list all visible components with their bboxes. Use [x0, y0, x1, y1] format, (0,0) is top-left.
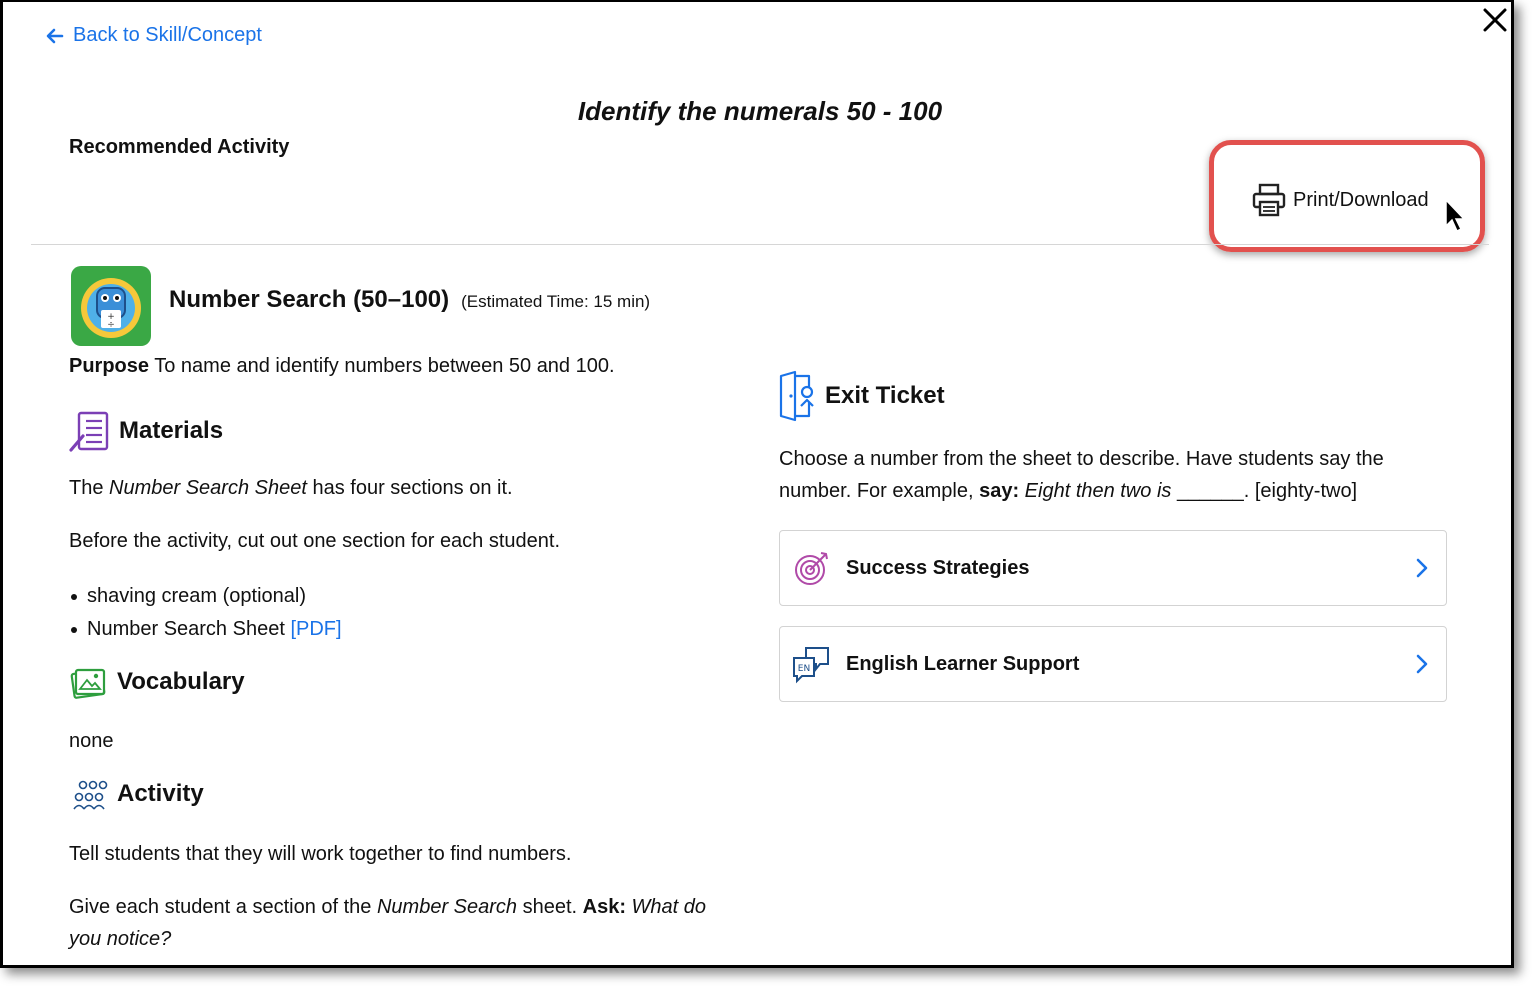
print-download-button[interactable]: Print/Download	[1251, 182, 1429, 218]
estimated-time: (Estimated Time: 15 min)	[461, 292, 651, 311]
print-download-label: Print/Download	[1293, 188, 1429, 211]
materials-p1-post: has four sections on it.	[306, 477, 513, 499]
exit-ticket-line-1: Choose a number from the sheet to descri…	[779, 448, 1384, 470]
list-item-text: Number Search Sheet	[87, 618, 291, 640]
activity-window: Back to Skill/Concept Identify the numer…	[0, 0, 1514, 968]
vocabulary-text: none	[69, 730, 114, 752]
vocabulary-cards-icon	[70, 668, 106, 699]
page-title: Identify the numerals 50 - 100	[577, 96, 943, 126]
svg-text:EN: EN	[798, 664, 810, 674]
mouse-cursor-icon	[1445, 198, 1466, 233]
list-item: Number Search Sheet [PDF]	[69, 613, 342, 646]
svg-text:÷: ÷	[107, 320, 115, 330]
exit-ticket-title: Exit Ticket	[825, 382, 945, 409]
checklist-icon	[69, 411, 109, 452]
purpose-text: Purpose To name and identify numbers bet…	[69, 350, 615, 382]
back-link[interactable]: Back to Skill/Concept	[45, 24, 262, 47]
activity-p2-emphasis: Number Search	[376, 896, 518, 918]
arrow-left-icon	[46, 28, 64, 43]
group-people-icon	[73, 780, 108, 810]
activity-paragraph-2: Give each student a section of the Numbe…	[69, 891, 749, 955]
activity-section-title: Activity	[117, 780, 204, 807]
purpose-body: To name and identify numbers between 50 …	[149, 355, 615, 377]
exit-ticket-line-2-pre: number. For example,	[779, 480, 980, 502]
materials-p1-emphasis: Number Search Sheet	[109, 477, 307, 499]
materials-paragraph-2: Before the activity, cut out one section…	[69, 530, 561, 552]
success-strategies-label: Success Strategies	[846, 556, 1030, 579]
exit-ticket-prompt: Eight then two is	[1019, 480, 1177, 502]
activity-question-part-1: What do	[626, 896, 707, 918]
activity-title: Number Search (50–100) (Estimated Time: …	[169, 286, 650, 314]
speech-bubbles-en-icon: EN	[793, 647, 829, 684]
materials-title: Materials	[119, 417, 224, 444]
say-label: say:	[979, 480, 1020, 502]
activity-name: Number Search (50–100)	[169, 286, 450, 313]
vocabulary-heading: Vocabulary	[69, 664, 245, 700]
header-divider	[31, 244, 1489, 245]
list-item: shaving cream (optional)	[69, 580, 342, 613]
close-icon[interactable]	[1481, 6, 1509, 34]
printer-icon	[1252, 183, 1286, 217]
materials-heading: Materials	[69, 410, 223, 452]
back-link-label: Back to Skill/Concept	[73, 24, 262, 46]
purpose-label: Purpose	[69, 355, 150, 377]
activity-paragraph-1: Tell students that they will work togeth…	[69, 843, 572, 865]
target-icon	[795, 552, 828, 585]
materials-paragraph-1: The Number Search Sheet has four section…	[69, 472, 513, 504]
pdf-link[interactable]: [PDF]	[290, 618, 341, 640]
chevron-right-icon	[1416, 654, 1428, 674]
exit-door-icon	[779, 370, 814, 422]
list-item-text: shaving cream (optional)	[87, 585, 306, 607]
activity-question-part-2: you notice?	[69, 928, 172, 950]
vocabulary-title: Vocabulary	[117, 668, 245, 695]
activity-heading: Activity	[73, 778, 204, 810]
recommended-activity-label: Recommended Activity	[69, 136, 290, 158]
english-learner-support-label: English Learner Support	[846, 652, 1080, 675]
english-learner-support-accordion[interactable]: EN English Learner Support	[779, 626, 1447, 702]
number-search-app-icon[interactable]: + ÷	[71, 266, 151, 346]
chevron-right-icon	[1416, 558, 1428, 578]
activity-p2-pre: Give each student a section of the	[69, 896, 377, 918]
activity-p2-mid: sheet.	[517, 896, 583, 918]
ask-label: Ask:	[582, 896, 626, 918]
success-strategies-accordion[interactable]: Success Strategies	[779, 530, 1447, 606]
exit-ticket-answer: ______. [eighty-two]	[1177, 480, 1358, 502]
exit-ticket-text: Choose a number from the sheet to descri…	[779, 443, 1459, 507]
materials-list: shaving cream (optional) Number Search S…	[69, 580, 342, 646]
exit-ticket-heading: Exit Ticket	[777, 370, 945, 422]
materials-p1-pre: The	[69, 477, 110, 499]
